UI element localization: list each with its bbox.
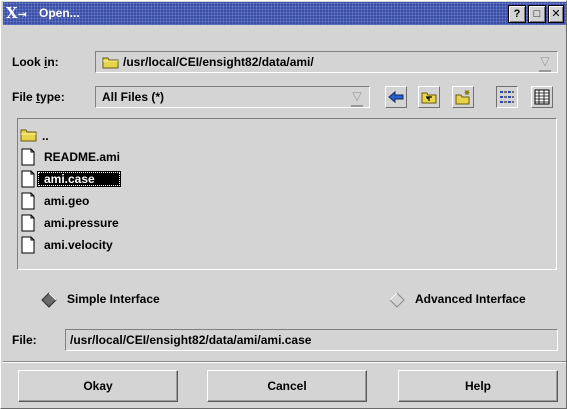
detail-view-button[interactable] <box>531 86 553 108</box>
back-button[interactable] <box>385 86 407 108</box>
window-title: Open... <box>39 6 80 20</box>
folder-icon <box>102 57 119 69</box>
document-icon <box>21 192 35 210</box>
new-folder-button[interactable] <box>452 86 474 108</box>
help-button[interactable]: Help <box>398 370 558 402</box>
advanced-interface-label: Advanced Interface <box>415 292 526 306</box>
okay-button[interactable]: Okay <box>18 370 178 402</box>
file-label: File: <box>12 333 37 347</box>
file-type-value: All Files (*) <box>102 90 165 104</box>
x-logo-icon: X⇥ <box>6 4 27 22</box>
help-title-button[interactable]: ? <box>508 5 526 23</box>
folder-icon <box>20 129 37 142</box>
title-bar[interactable]: X⇥ Open... ? □ ✕ <box>3 2 566 25</box>
parent-folder-icon <box>421 92 437 104</box>
simple-interface-label: Simple Interface <box>67 292 160 306</box>
look-in-label: Look in: <box>12 55 59 69</box>
new-folder-icon <box>455 90 470 105</box>
file-name-value: /usr/local/CEI/ensight82/data/ami/ami.ca… <box>70 333 312 347</box>
file-name: ami.velocity <box>44 238 113 252</box>
file-name: .. <box>42 129 49 143</box>
document-icon <box>21 148 35 166</box>
chevron-down-icon[interactable]: ▽ <box>351 89 363 107</box>
divider <box>3 361 566 363</box>
look-in-combo[interactable]: /usr/local/CEI/ensight82/data/ami/ ▽ <box>95 51 558 73</box>
look-in-value: /usr/local/CEI/ensight82/data/ami/ <box>123 55 314 69</box>
document-icon <box>21 214 35 232</box>
document-icon <box>21 236 35 254</box>
cancel-button[interactable]: Cancel <box>207 370 367 402</box>
file-name: ami.geo <box>44 194 90 208</box>
file-list[interactable]: .. README.ami ami.case ami.geo ami.press… <box>17 118 557 270</box>
radio-selected-icon <box>41 292 57 308</box>
open-dialog: X⇥ Open... ? □ ✕ Look in: /usr/local/CEI… <box>0 0 567 409</box>
file-type-combo[interactable]: All Files (*) ▽ <box>95 86 370 108</box>
chevron-down-icon[interactable]: ▽ <box>539 54 551 72</box>
file-name-field[interactable]: /usr/local/CEI/ensight82/data/ami/ami.ca… <box>65 329 558 351</box>
detail-view-icon <box>534 89 550 105</box>
list-view-icon <box>500 91 514 103</box>
radio-unselected-icon <box>389 292 405 308</box>
back-arrow-icon <box>388 90 404 104</box>
file-name: ami.case <box>37 171 121 187</box>
file-name: ami.pressure <box>44 216 119 230</box>
file-name: README.ami <box>44 150 121 164</box>
list-view-button[interactable] <box>496 86 518 108</box>
maximize-button[interactable]: □ <box>528 5 546 23</box>
close-button[interactable]: ✕ <box>548 5 564 23</box>
parent-folder-button[interactable] <box>418 86 440 108</box>
file-type-label: File type: <box>12 90 65 104</box>
document-icon <box>21 170 35 188</box>
